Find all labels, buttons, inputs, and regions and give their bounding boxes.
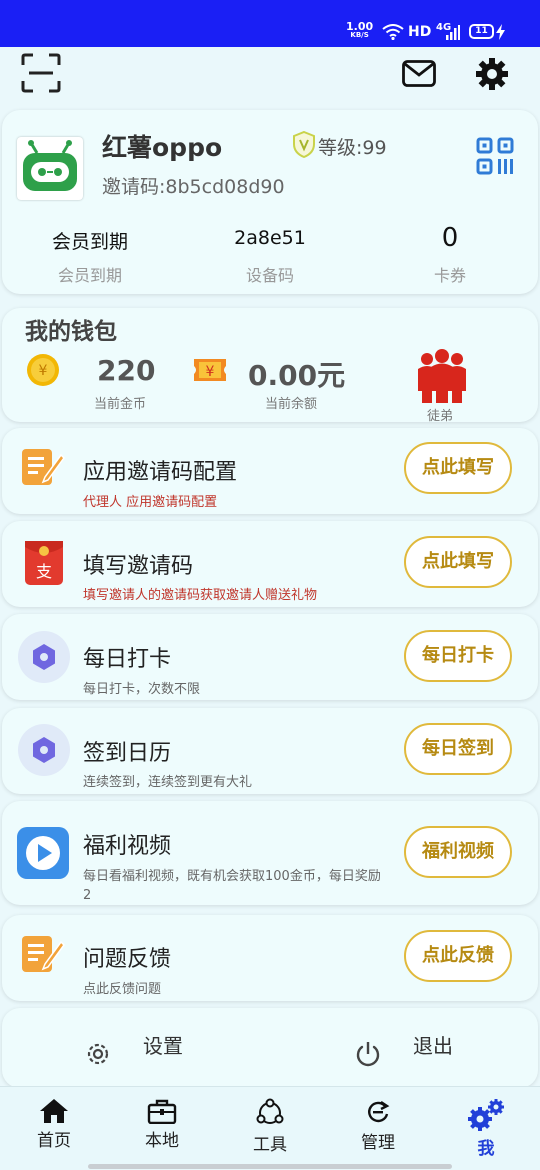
coin-icon: ¥	[27, 354, 59, 386]
logout-button[interactable]: 退出	[413, 1030, 453, 1059]
nav-manage[interactable]: 管理	[328, 1098, 428, 1153]
menu-subtitle: 每日打卡，次数不限	[83, 682, 201, 697]
stat-value-membership: 会员到期	[51, 231, 128, 253]
avatar[interactable]	[17, 137, 83, 200]
nav-me[interactable]: 我	[436, 1098, 536, 1159]
username: 红薯oppo	[102, 133, 223, 162]
nav-home[interactable]: 首页	[4, 1098, 104, 1151]
menu-subtitle: 填写邀请人的邀请码获取邀请人赠送礼物	[83, 588, 318, 603]
menu-title: 每日打卡	[83, 647, 172, 672]
coin-amount: 220	[97, 354, 156, 387]
scan-icon[interactable]	[21, 53, 61, 93]
svg-text:¥: ¥	[39, 363, 48, 379]
stat-label-membership: 会员到期	[57, 266, 122, 285]
stat-value-device-code[interactable]: 2a8e51	[200, 227, 340, 249]
nav-label: 我	[477, 1139, 495, 1159]
level-label: 等级:99	[318, 137, 387, 159]
coin-label: 当前金币	[94, 397, 147, 412]
edit-note-icon	[22, 449, 65, 485]
footer-card	[2, 1008, 538, 1088]
svg-text:¥: ¥	[206, 364, 215, 380]
menu-subtitle: 代理人 应用邀请码配置	[83, 495, 218, 510]
wallet-title: 我的钱包	[25, 319, 117, 345]
settings-button[interactable]: 设置	[143, 1030, 183, 1059]
team-icon[interactable]	[416, 347, 468, 403]
daily-checkin-button[interactable]: 每日打卡	[404, 630, 512, 682]
edit-note-icon	[22, 936, 65, 972]
power-icon[interactable]	[354, 1040, 382, 1068]
stat-label-device-code: 设备码	[245, 266, 294, 285]
menu-title: 问题反馈	[83, 947, 172, 972]
home-indicator[interactable]	[88, 1164, 452, 1169]
balance-amount: 0.00元	[248, 359, 346, 392]
hexagon-icon	[18, 631, 70, 683]
gear-icon[interactable]	[475, 57, 509, 91]
apprentice-label: 徒弟	[427, 409, 454, 424]
stat-value-coupons[interactable]: 0	[380, 223, 520, 253]
network-speed: 1.00 KB/S	[346, 20, 374, 40]
menu-subtitle: 每日看福利视频，既有机会获取100金币，每日奖励2	[83, 869, 381, 903]
mail-icon[interactable]	[402, 60, 436, 87]
welfare-video-button[interactable]: 福利视频	[404, 826, 512, 878]
fill-invite-button[interactable]: 点此填写	[404, 536, 512, 588]
hexagon-icon	[18, 724, 70, 776]
nav-label: 本地	[145, 1131, 179, 1151]
vip-shield-icon	[293, 131, 315, 158]
daily-signin-button[interactable]: 每日签到	[404, 723, 512, 775]
charging-icon	[496, 24, 505, 40]
status-bar: 1.00 KB/S HD 4G 11	[0, 0, 540, 47]
menu-subtitle: 点此反馈问题	[83, 982, 162, 997]
balance-label: 当前余额	[265, 397, 318, 412]
red-packet-icon: 支	[25, 541, 63, 585]
home-icon	[40, 1099, 68, 1123]
menu-subtitle: 连续签到，连续签到更有大礼	[83, 775, 253, 790]
signal-icon	[446, 25, 460, 40]
menu-title: 签到日历	[83, 741, 172, 766]
refresh-manage-icon	[368, 1101, 390, 1123]
battery-level: 11	[469, 24, 494, 39]
tools-cycle-icon	[256, 1098, 284, 1124]
gears-icon	[468, 1099, 504, 1131]
nav-label: 首页	[37, 1131, 71, 1151]
wifi-icon	[382, 24, 404, 40]
menu-title: 福利视频	[83, 834, 172, 859]
settings-gear-icon[interactable]	[84, 1040, 112, 1068]
ticket-icon: ¥	[194, 359, 226, 381]
nav-label: 工具	[253, 1135, 287, 1155]
svg-text:支: 支	[36, 562, 52, 581]
menu-title: 应用邀请码配置	[83, 460, 238, 485]
briefcase-icon	[147, 1099, 177, 1124]
fill-invite-config-button[interactable]: 点此填写	[404, 442, 512, 494]
nav-label: 管理	[361, 1133, 395, 1153]
menu-title: 填写邀请码	[83, 554, 194, 579]
invite-code: 邀请码:8b5cd08d90	[102, 176, 285, 198]
network-type: HD	[408, 24, 432, 40]
play-video-icon	[17, 827, 69, 879]
stat-label-coupons: 卡券	[433, 266, 466, 285]
robot-icon	[23, 140, 77, 191]
nav-local[interactable]: 本地	[112, 1098, 212, 1151]
speed-value: 1.00	[346, 20, 374, 33]
feedback-button[interactable]: 点此反馈	[404, 930, 512, 982]
nav-tools[interactable]: 工具	[220, 1098, 320, 1155]
qr-code-icon[interactable]	[476, 137, 514, 175]
